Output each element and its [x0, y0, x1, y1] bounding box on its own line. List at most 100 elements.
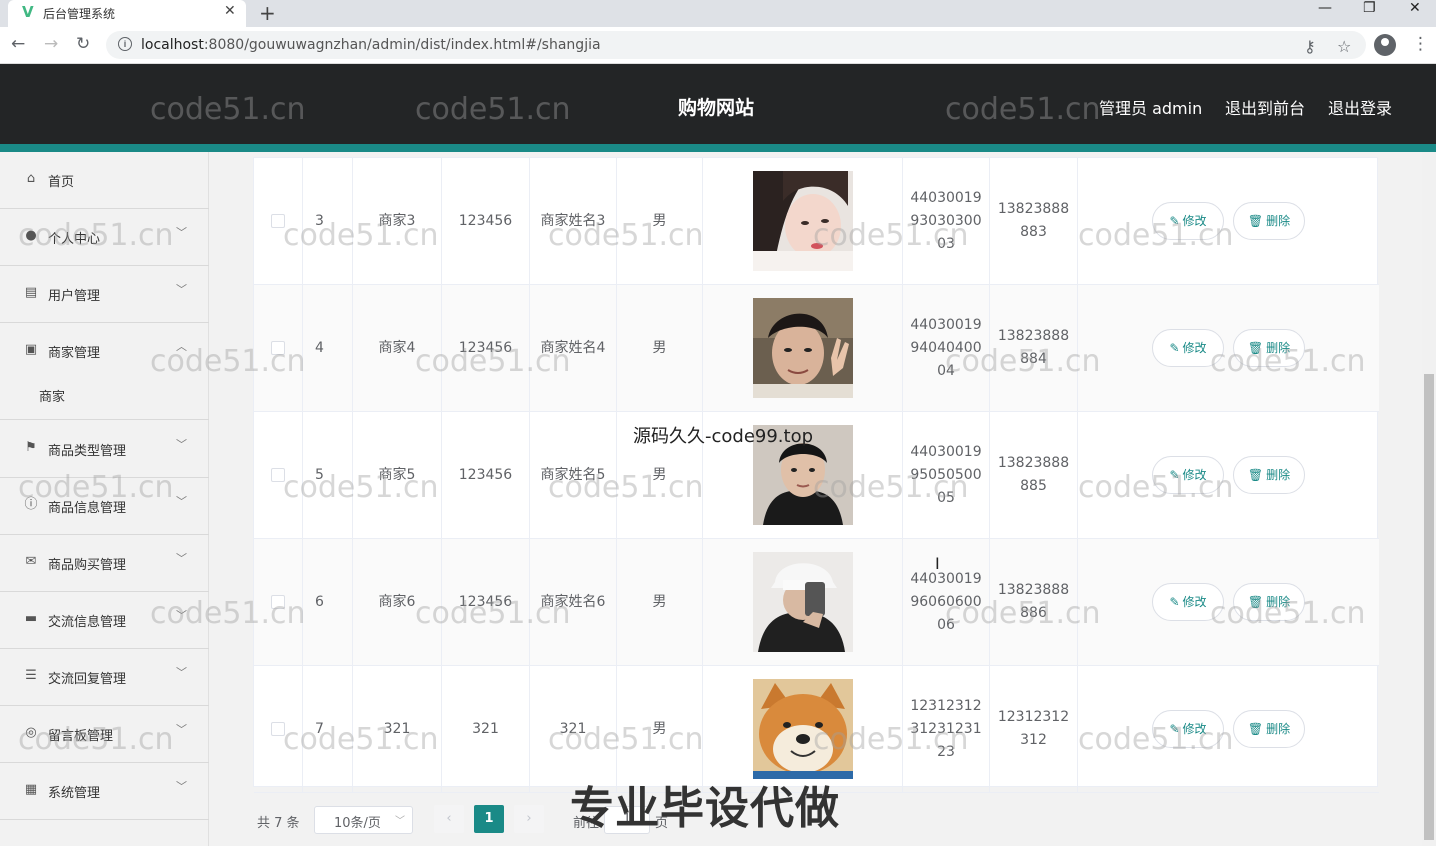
logout-link[interactable]: 退出登录	[1328, 95, 1392, 119]
forward-icon[interactable]: →	[44, 34, 58, 54]
index-cell: 6	[303, 539, 353, 665]
sidebar: ⌂ 首页 ● 个人中心 ﹀ ▤ 用户管理 ﹀ ▣ 商家管理 ︿ 商家 ⚑ 商品类…	[0, 152, 209, 846]
actions-cell: ✎ 修改 🗑 删除	[1078, 539, 1379, 665]
name-cell: 商家姓名4	[530, 285, 617, 411]
sidebar-item-label: 用户管理	[48, 289, 101, 304]
edit-button[interactable]: ✎ 修改	[1152, 710, 1224, 748]
star-icon[interactable]: ☆	[1337, 37, 1351, 56]
chevron-down-icon: ﹀	[176, 226, 187, 239]
chevron-down-icon: ﹀	[176, 495, 187, 508]
window-close-icon[interactable]: ✕	[1409, 0, 1421, 16]
row-checkbox[interactable]	[271, 341, 285, 355]
delete-button[interactable]: 🗑 删除	[1233, 456, 1305, 494]
phone-cell: 13823888 884	[990, 285, 1078, 411]
edit-button[interactable]: ✎ 修改	[1152, 456, 1224, 494]
sidebar-item-home[interactable]: ⌂ 首页	[0, 152, 209, 209]
sidebar-item-message-board[interactable]: ◎ 留言板管理 ﹀	[0, 706, 209, 763]
sidebar-subitem-merchant[interactable]: 商家	[0, 370, 209, 420]
sidebar-item-system[interactable]: ▦ 系统管理 ﹀	[0, 763, 209, 820]
index-cell: 3	[303, 158, 353, 284]
row-checkbox[interactable]	[271, 595, 285, 609]
edit-label: 修改	[1182, 340, 1207, 355]
trash-icon: 🗑	[1247, 594, 1264, 609]
sidebar-item-product-types[interactable]: ⚑ 商品类型管理 ﹀	[0, 421, 209, 478]
app-header: 购物网站 管理员 admin 退出到前台 退出登录	[0, 64, 1436, 144]
delete-button[interactable]: 🗑 删除	[1233, 202, 1305, 240]
mail-icon: ✉	[25, 554, 37, 569]
sidebar-item-label: 留言板管理	[48, 729, 114, 744]
row-checkbox[interactable]	[271, 214, 285, 228]
site-brand: 购物网站	[678, 97, 755, 119]
new-tab-icon[interactable]: +	[259, 1, 276, 25]
sidebar-item-product-info[interactable]: ⓘ 商品信息管理 ﹀	[0, 478, 209, 535]
admin-label: 管理员 admin	[1099, 99, 1203, 118]
chevron-down-icon: ﹀	[176, 552, 187, 565]
edit-label: 修改	[1182, 467, 1207, 482]
key-icon[interactable]: ⚷	[1304, 37, 1316, 56]
gender-cell: 男	[617, 158, 703, 284]
sidebar-item-label: 商品购买管理	[48, 558, 127, 573]
back-icon[interactable]: ←	[11, 34, 25, 54]
delete-button[interactable]: 🗑 删除	[1233, 710, 1305, 748]
url-text: localhost:8080/gouwuwagnzhan/admin/dist/…	[141, 37, 601, 53]
delete-label: 删除	[1266, 467, 1291, 482]
merchant-photo	[752, 679, 853, 779]
phone-cell: 13823888 885	[990, 412, 1078, 538]
current-page-button[interactable]: 1	[474, 805, 504, 833]
sidebar-item-label: 商家管理	[48, 346, 101, 361]
more-icon[interactable]: ⋮	[1412, 34, 1429, 54]
reload-icon[interactable]: ↻	[76, 34, 90, 54]
edit-button[interactable]: ✎ 修改	[1152, 202, 1224, 240]
name-cell: 商家姓名3	[530, 158, 617, 284]
idcard-cell: 44030019 95050500 05	[903, 412, 990, 538]
chevron-down-icon: ﹀	[395, 816, 405, 827]
prev-page-button[interactable]: ‹	[434, 805, 464, 833]
sidebar-subitem-label: 商家	[39, 390, 66, 405]
edit-label: 修改	[1182, 213, 1207, 228]
site-info-icon[interactable]: i	[118, 37, 132, 51]
sidebar-item-exchange-info[interactable]: ▬ 交流信息管理 ﹀	[0, 592, 209, 649]
next-page-button[interactable]: ›	[514, 805, 544, 833]
edit-button[interactable]: ✎ 修改	[1152, 329, 1224, 367]
row-checkbox[interactable]	[271, 722, 285, 736]
merchant-photo	[752, 171, 853, 271]
sidebar-item-exchange-reply[interactable]: ☰ 交流回复管理 ﹀	[0, 649, 209, 706]
delete-button[interactable]: 🗑 删除	[1233, 583, 1305, 621]
sidebar-item-purchases[interactable]: ✉ 商品购买管理 ﹀	[0, 535, 209, 592]
text-cursor-icon: I	[935, 554, 940, 573]
password-cell: 123456	[442, 285, 530, 411]
delete-label: 删除	[1266, 594, 1291, 609]
sidebar-item-label: 系统管理	[48, 786, 101, 801]
trash-icon: 🗑	[1247, 340, 1264, 355]
page-size-select[interactable]: 10条/页 ﹀	[314, 806, 413, 834]
checkbox-cell	[254, 412, 303, 538]
sidebar-item-profile[interactable]: ● 个人中心 ﹀	[0, 209, 209, 266]
photo-cell	[703, 285, 903, 411]
delete-label: 删除	[1266, 721, 1291, 736]
browser-tab-bar: V 后台管理系统 ✕ + — ❐ ✕	[0, 0, 1436, 27]
tab-title: 后台管理系统	[43, 7, 116, 21]
password-cell: 321	[442, 666, 530, 792]
close-tab-icon[interactable]: ✕	[224, 3, 236, 19]
edit-button[interactable]: ✎ 修改	[1152, 583, 1224, 621]
browser-tab[interactable]: V 后台管理系统 ✕	[8, 0, 246, 27]
sidebar-item-label: 商品类型管理	[48, 444, 127, 459]
actions-cell: ✎ 修改 🗑 删除	[1078, 158, 1379, 284]
minimize-icon[interactable]: —	[1318, 0, 1332, 16]
idcard-cell: 44030019 93030300 03	[903, 158, 990, 284]
overlay-code99-text: 源码久久-code99.top	[633, 426, 814, 447]
chevron-down-icon: ﹀	[176, 666, 187, 679]
restore-icon[interactable]: ❐	[1363, 0, 1376, 16]
chevron-down-icon: ﹀	[176, 609, 187, 622]
exit-to-front-link[interactable]: 退出到前台	[1225, 95, 1305, 119]
chat-icon: ▬	[24, 611, 38, 626]
profile-icon[interactable]	[1374, 34, 1396, 56]
scrollbar-thumb[interactable]	[1424, 374, 1434, 840]
chevron-up-icon: ︿	[176, 340, 187, 353]
delete-button[interactable]: 🗑 删除	[1233, 329, 1305, 367]
idcard-cell: 44030019 96060600 06	[903, 539, 990, 665]
sidebar-item-users[interactable]: ▤ 用户管理 ﹀	[0, 266, 209, 323]
row-checkbox[interactable]	[271, 468, 285, 482]
edit-icon: ✎	[1169, 467, 1180, 482]
url-input[interactable]: i localhost:8080/gouwuwagnzhan/admin/dis…	[106, 31, 1366, 59]
